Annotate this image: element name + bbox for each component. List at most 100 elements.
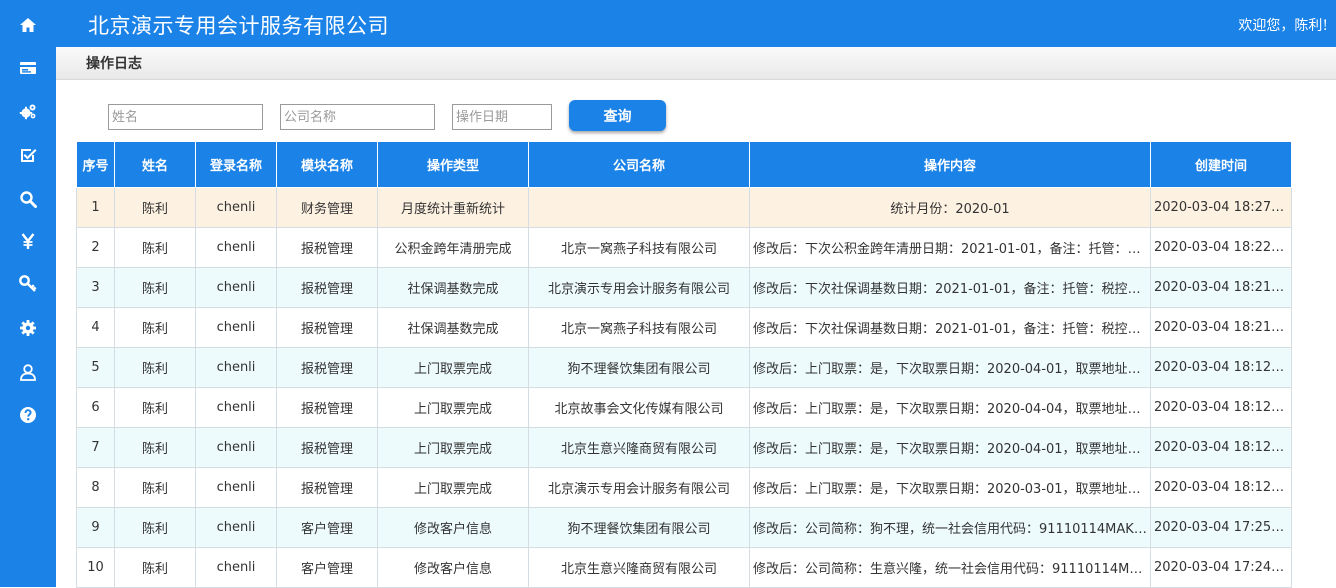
cell-login: chenli: [195, 547, 277, 588]
cell-no: 6: [76, 387, 115, 428]
search-icon[interactable]: [0, 177, 56, 221]
cell-created: 2020-03-04 17:25:03: [1150, 507, 1292, 548]
cell-op-type: 修改客户信息: [377, 507, 529, 548]
cell-login: chenli: [195, 227, 277, 268]
help-icon[interactable]: [0, 393, 56, 437]
cell-content: 修改后：上门取票：是，下次取票日期：2020-03-01，取票地址：北京市: [749, 467, 1151, 508]
sidebar: [0, 0, 56, 587]
cell-created: 2020-03-04 18:12:28: [1150, 347, 1292, 388]
card-icon[interactable]: [0, 46, 56, 90]
table-row[interactable]: 6 陈利 chenli 报税管理 上门取票完成 北京故事会文化传媒有限公司 修改后：上门取票…: [76, 387, 1292, 428]
cell-no: 8: [76, 467, 115, 508]
key-icon[interactable]: [0, 262, 56, 306]
operation-log-table: 序号 姓名 登录名称 模块名称 操作类型 公司名称 操作内容 创建时间 1 陈利 c…: [76, 141, 1292, 588]
cell-op-type: 社保调基数完成: [377, 307, 529, 348]
cell-company: 北京生意兴隆商贸有限公司: [528, 427, 750, 468]
cell-module: 报税管理: [276, 307, 378, 348]
cell-name: 陈利: [114, 387, 196, 428]
cell-module: 报税管理: [276, 387, 378, 428]
table-row[interactable]: 9 陈利 chenli 客户管理 修改客户信息 狗不理餐饮集团有限公司 修改后：公司简称：狗…: [76, 507, 1292, 548]
cell-login: chenli: [195, 387, 277, 428]
cell-op-type: 上门取票完成: [377, 467, 529, 508]
cell-op-type: 公积金跨年清册完成: [377, 227, 529, 268]
query-button[interactable]: 查询: [569, 100, 666, 131]
home-icon[interactable]: [0, 3, 56, 47]
cell-content: 修改后：上门取票：是，下次取票日期：2020-04-01，取票地址：北京市: [749, 347, 1151, 388]
cell-company: 北京演示专用会计服务有限公司: [528, 267, 750, 308]
cell-op-type: 社保调基数完成: [377, 267, 529, 308]
cell-module: 财务管理: [276, 187, 378, 228]
column-header-name[interactable]: 姓名: [114, 141, 196, 188]
table-row[interactable]: 10 陈利 chenli 客户管理 修改客户信息 北京生意兴隆商贸有限公司 修改后：公司简称…: [76, 547, 1292, 588]
cell-module: 报税管理: [276, 267, 378, 308]
cell-name: 陈利: [114, 187, 196, 228]
cell-created: 2020-03-04 18:21:10: [1150, 307, 1292, 348]
table-row[interactable]: 1 陈利 chenli 财务管理 月度统计重新统计 统计月份：2020-01 2020-03…: [76, 187, 1292, 228]
table-row[interactable]: 2 陈利 chenli 报税管理 公积金跨年清册完成 北京一窝燕子科技有限公司 修改后：下次…: [76, 227, 1292, 268]
cell-name: 陈利: [114, 307, 196, 348]
cell-content: 修改后：上门取票：是，下次取票日期：2020-04-04，取票地址：北京市: [749, 387, 1151, 428]
column-header-login[interactable]: 登录名称: [195, 141, 277, 188]
table-header-row: 序号 姓名 登录名称 模块名称 操作类型 公司名称 操作内容 创建时间: [76, 141, 1292, 188]
cell-no: 4: [76, 307, 115, 348]
column-header-content[interactable]: 操作内容: [749, 141, 1151, 188]
table-row[interactable]: 7 陈利 chenli 报税管理 上门取票完成 北京生意兴隆商贸有限公司 修改后：上门取票：…: [76, 427, 1292, 468]
cell-login: chenli: [195, 507, 277, 548]
user-icon[interactable]: [0, 350, 56, 394]
cell-op-type: 月度统计重新统计: [377, 187, 529, 228]
cell-module: 客户管理: [276, 507, 378, 548]
cell-content: 修改后：公司简称：生意兴隆，统一社会信用代码：91110114MA01K2G9X: [749, 547, 1151, 588]
company-name-input[interactable]: [280, 104, 435, 130]
cell-no: 2: [76, 227, 115, 268]
cell-op-type: 上门取票完成: [377, 347, 529, 388]
yen-icon[interactable]: [0, 219, 56, 263]
column-header-created[interactable]: 创建时间: [1150, 141, 1292, 188]
cell-name: 陈利: [114, 547, 196, 588]
cell-no: 10: [76, 547, 115, 588]
top-bar: 北京演示专用会计服务有限公司 欢迎您，陈利!: [56, 0, 1336, 47]
table-body: 1 陈利 chenli 财务管理 月度统计重新统计 统计月份：2020-01 2020-03…: [76, 187, 1292, 588]
cell-content: 修改后：下次公积金跨年清册日期：2021-01-01，备注：托管：税控器已托管: [749, 227, 1151, 268]
cell-op-type: 修改客户信息: [377, 547, 529, 588]
checkbox-icon[interactable]: [0, 133, 56, 177]
cell-login: chenli: [195, 267, 277, 308]
column-header-no[interactable]: 序号: [76, 141, 115, 188]
cell-op-type: 上门取票完成: [377, 387, 529, 428]
cell-content: 统计月份：2020-01: [749, 187, 1151, 228]
cell-company: 北京一窝燕子科技有限公司: [528, 307, 750, 348]
cell-login: chenli: [195, 347, 277, 388]
cell-no: 9: [76, 507, 115, 548]
table-row[interactable]: 3 陈利 chenli 报税管理 社保调基数完成 北京演示专用会计服务有限公司 修改后：下次…: [76, 267, 1292, 308]
app-title: 北京演示专用会计服务有限公司: [88, 14, 389, 38]
cell-login: chenli: [195, 307, 277, 348]
table-row[interactable]: 5 陈利 chenli 报税管理 上门取票完成 狗不理餐饮集团有限公司 修改后：上门取票：是…: [76, 347, 1292, 388]
name-input[interactable]: [108, 104, 263, 130]
cell-name: 陈利: [114, 227, 196, 268]
cell-module: 报税管理: [276, 427, 378, 468]
cell-created: 2020-03-04 18:12:27: [1150, 387, 1292, 428]
cell-no: 7: [76, 427, 115, 468]
column-header-op-type[interactable]: 操作类型: [377, 141, 529, 188]
cell-name: 陈利: [114, 347, 196, 388]
cell-name: 陈利: [114, 467, 196, 508]
cell-name: 陈利: [114, 267, 196, 308]
gear-icon[interactable]: [0, 306, 56, 350]
cell-name: 陈利: [114, 427, 196, 468]
cell-company: 狗不理餐饮集团有限公司: [528, 347, 750, 388]
column-header-module[interactable]: 模块名称: [276, 141, 378, 188]
table-row[interactable]: 8 陈利 chenli 报税管理 上门取票完成 北京演示专用会计服务有限公司 修改后：上门取…: [76, 467, 1292, 508]
cell-module: 报税管理: [276, 467, 378, 508]
cell-content: 修改后：公司简称：狗不理，统一社会信用代码：91110114MAKJ6Y8T2X: [749, 507, 1151, 548]
cell-module: 报税管理: [276, 347, 378, 388]
cell-content: 修改后：上门取票：是，下次取票日期：2020-04-01，取票地址：北京市: [749, 427, 1151, 468]
welcome-text: 欢迎您，陈利!: [1238, 18, 1328, 34]
column-header-company[interactable]: 公司名称: [528, 141, 750, 188]
cell-created: 2020-03-04 18:22:32: [1150, 227, 1292, 268]
operation-date-input[interactable]: [452, 104, 552, 130]
table-row[interactable]: 4 陈利 chenli 报税管理 社保调基数完成 北京一窝燕子科技有限公司 修改后：下次社保…: [76, 307, 1292, 348]
gears-icon[interactable]: [0, 90, 56, 134]
cell-module: 客户管理: [276, 547, 378, 588]
cell-created: 2020-03-04 18:12:26: [1150, 427, 1292, 468]
cell-created: 2020-03-04 17:24:29: [1150, 547, 1292, 588]
cell-no: 3: [76, 267, 115, 308]
